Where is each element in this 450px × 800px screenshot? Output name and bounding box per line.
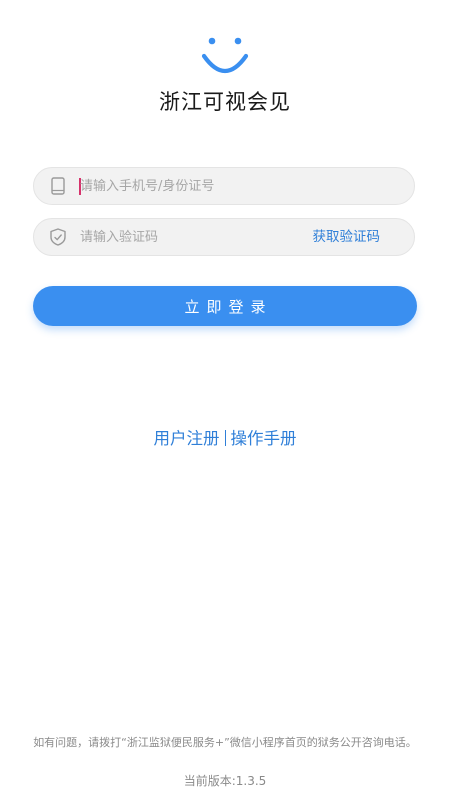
help-text: 如有问题，请拨打“浙江监狱便民服务+”微信小程序首页的狱务公开咨询电话。 — [33, 736, 417, 749]
smiley-face-icon — [201, 37, 249, 74]
code-field[interactable]: 获取验证码 — [33, 218, 415, 256]
code-input[interactable] — [80, 219, 290, 255]
get-code-button[interactable]: 获取验证码 — [313, 219, 381, 255]
link-separator — [224, 430, 226, 446]
login-button[interactable]: 立即登录 — [33, 286, 417, 326]
footer-links: 用户注册 操作手册 — [0, 425, 450, 449]
manual-link[interactable]: 操作手册 — [231, 429, 297, 448]
register-link[interactable]: 用户注册 — [154, 429, 220, 448]
app-title: 浙江可视会见 — [159, 90, 291, 114]
version-text: 当前版本:1.3.5 — [183, 774, 267, 788]
phone-field[interactable] — [33, 167, 415, 205]
phone-input[interactable] — [80, 168, 400, 204]
phone-icon — [51, 177, 65, 195]
shield-icon — [50, 228, 66, 246]
